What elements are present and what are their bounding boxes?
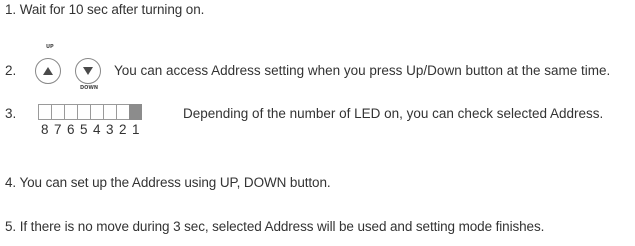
- led-cell: [103, 104, 116, 120]
- led-cell: [77, 104, 90, 120]
- down-button-circle: [75, 58, 101, 84]
- led-number-label: 7: [54, 122, 62, 137]
- step-3-text: Depending of the number of LED on, you c…: [183, 106, 604, 121]
- led-cell: [129, 104, 142, 120]
- led-indicator-bar: [38, 104, 142, 120]
- triangle-down-icon: [83, 67, 93, 75]
- up-button-label: UP: [46, 44, 54, 50]
- led-cell: [116, 104, 129, 120]
- step-1-text: 1. Wait for 10 sec after turning on.: [5, 2, 205, 17]
- led-cell: [38, 104, 51, 120]
- led-number-label: 8: [41, 122, 49, 137]
- step-5-text: 5. If there is no move during 3 sec, sel…: [5, 219, 545, 234]
- down-button: [75, 58, 101, 84]
- step-3-number: 3.: [5, 106, 17, 121]
- down-button-label: DOWN: [80, 85, 99, 91]
- led-number-label: 4: [93, 122, 101, 137]
- step-2-text: You can access Address setting when you …: [114, 63, 611, 78]
- up-button-circle: [35, 58, 61, 84]
- led-cell: [90, 104, 103, 120]
- step-4-text: 4. You can set up the Address using UP, …: [5, 175, 331, 190]
- led-cell: [51, 104, 64, 120]
- led-number-label: 2: [119, 122, 127, 137]
- triangle-up-icon: [43, 67, 53, 75]
- led-number-label: 6: [67, 122, 75, 137]
- led-number-label: 5: [80, 122, 88, 137]
- step-2-number: 2.: [5, 63, 17, 78]
- led-number-label: 3: [106, 122, 114, 137]
- led-cell: [64, 104, 77, 120]
- led-number-label: 1: [132, 122, 140, 137]
- up-button: [35, 58, 61, 84]
